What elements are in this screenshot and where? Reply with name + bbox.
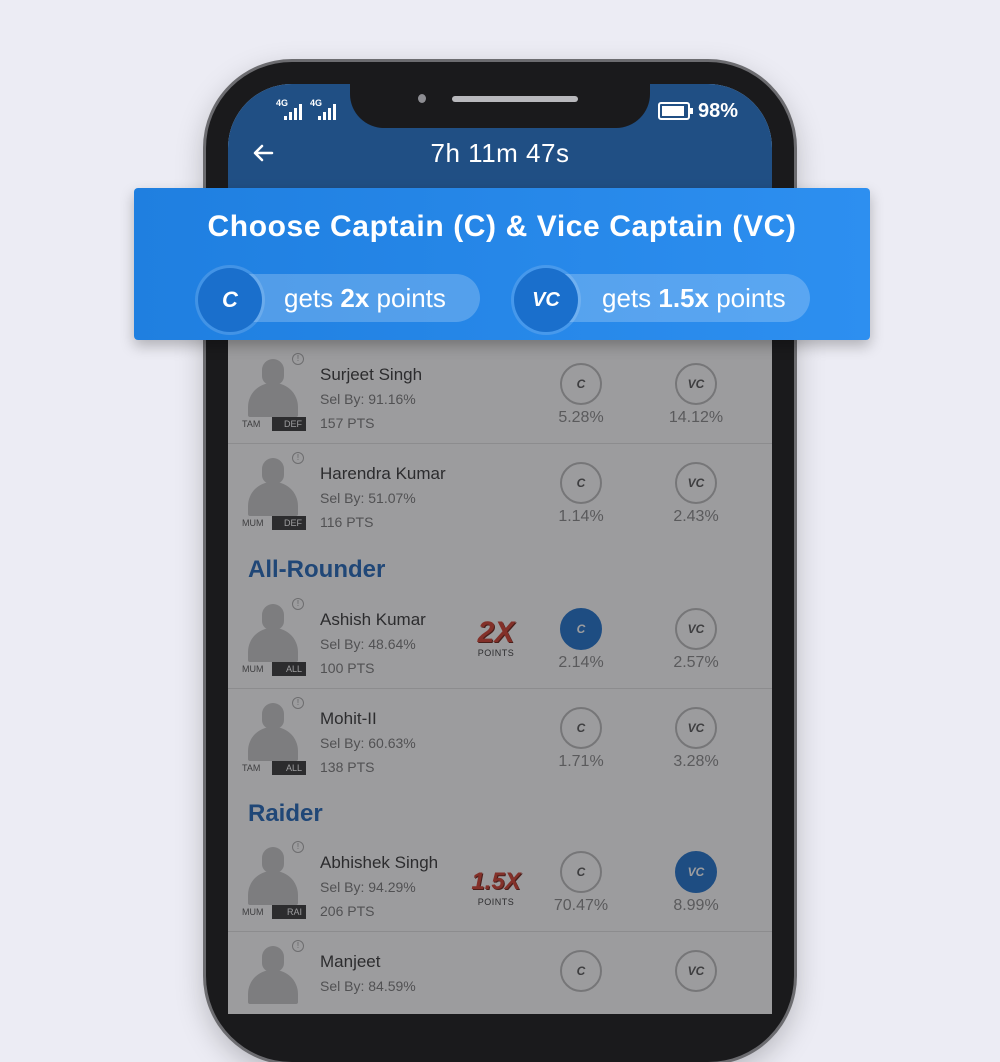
notch (350, 66, 650, 128)
battery-icon (658, 102, 693, 120)
back-arrow-icon[interactable] (250, 140, 276, 166)
banner-title: Choose Captain (C) & Vice Captain (VC) (207, 210, 797, 243)
vice-text-post: points (708, 283, 786, 313)
vice-captain-symbol: VC (514, 268, 578, 332)
captain-text-pre: gets (284, 283, 341, 313)
captain-symbol: C (198, 268, 262, 332)
vice-captain-description: gets 1.5x points (602, 274, 786, 322)
countdown-timer: 7h 11m 47s (430, 138, 570, 168)
signal-icon: 4G (276, 98, 302, 124)
vice-multiplier: 1.5x (658, 283, 709, 313)
vice-text-pre: gets (602, 283, 659, 313)
speaker-grille (452, 96, 578, 102)
captain-description: gets 2x points (284, 274, 446, 322)
captain-text-post: points (369, 283, 446, 313)
captain-multiplier: 2x (340, 283, 370, 313)
vice-captain-pill: VC gets 1.5x points (514, 268, 810, 332)
battery-percent: 98% (698, 100, 739, 122)
captain-pill: C gets 2x points (198, 268, 480, 332)
camera-icon (418, 94, 426, 103)
signal-icon: 4G (310, 98, 336, 124)
captain-info-banner: Choose Captain (C) & Vice Captain (VC) C… (134, 188, 870, 340)
